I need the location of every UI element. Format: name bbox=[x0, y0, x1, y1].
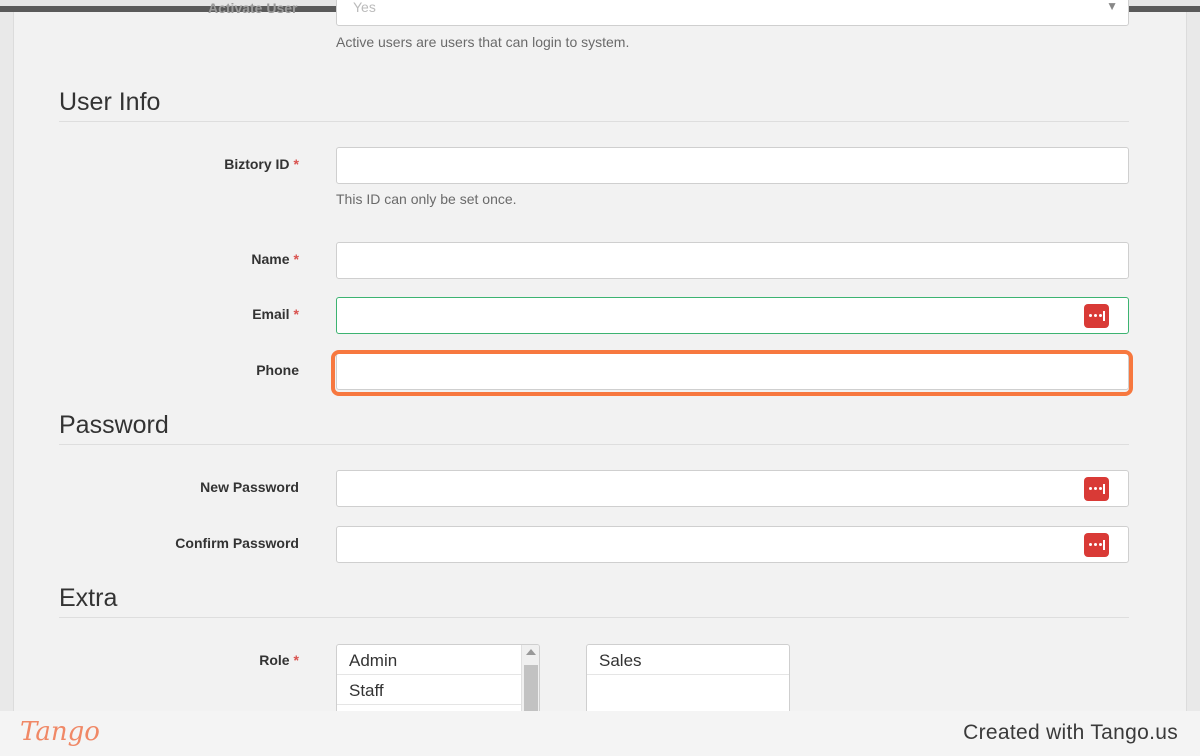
required-marker: * bbox=[293, 306, 299, 322]
scroll-thumb[interactable] bbox=[524, 665, 538, 713]
role-available-list[interactable]: Admin Staff bbox=[336, 644, 540, 714]
activate-user-select[interactable]: Yes ▼ bbox=[336, 0, 1129, 26]
phone-label: Phone bbox=[256, 362, 299, 378]
section-password: Password bbox=[59, 411, 169, 439]
role-selected-list[interactable]: Sales bbox=[586, 644, 790, 714]
password-manager-icon[interactable] bbox=[1084, 533, 1109, 557]
required-marker: * bbox=[293, 156, 299, 172]
biztory-id-label: Biztory ID * bbox=[224, 156, 299, 172]
scroll-up-arrow-icon[interactable] bbox=[526, 649, 536, 655]
new-password-label: New Password bbox=[200, 479, 299, 495]
list-item[interactable]: Staff bbox=[337, 675, 539, 705]
email-input[interactable] bbox=[336, 297, 1129, 334]
tango-footer: Tango Created with Tango.us bbox=[0, 711, 1200, 756]
focus-highlight bbox=[331, 350, 1133, 396]
tango-logo: Tango bbox=[20, 717, 100, 747]
new-password-input[interactable] bbox=[336, 470, 1129, 507]
name-label: Name * bbox=[251, 251, 299, 267]
role-label: Role * bbox=[259, 652, 299, 668]
active-users-help: Active users are users that can login to… bbox=[336, 34, 630, 50]
section-divider bbox=[59, 121, 1129, 122]
activate-user-value: Yes bbox=[353, 0, 376, 15]
list-item[interactable]: Admin bbox=[337, 645, 539, 675]
section-divider bbox=[59, 617, 1129, 618]
created-with-text: Created with Tango.us bbox=[963, 721, 1178, 744]
activate-user-label: Activate User bbox=[208, 0, 298, 16]
confirm-password-input[interactable] bbox=[336, 526, 1129, 563]
section-extra: Extra bbox=[59, 584, 118, 612]
name-input[interactable] bbox=[336, 242, 1129, 279]
left-gutter bbox=[0, 12, 14, 712]
chevron-down-icon: ▼ bbox=[1106, 0, 1118, 13]
required-marker: * bbox=[293, 251, 299, 267]
password-manager-icon[interactable] bbox=[1084, 304, 1109, 328]
scrollbar[interactable] bbox=[521, 645, 539, 713]
biztory-id-input[interactable] bbox=[336, 147, 1129, 184]
confirm-password-label: Confirm Password bbox=[175, 535, 299, 551]
biztory-id-help: This ID can only be set once. bbox=[336, 191, 517, 207]
password-manager-icon[interactable] bbox=[1084, 477, 1109, 501]
list-item[interactable]: Sales bbox=[587, 645, 789, 675]
section-user-info: User Info bbox=[59, 88, 161, 116]
email-label: Email * bbox=[252, 306, 299, 322]
right-gutter bbox=[1186, 12, 1200, 712]
section-divider bbox=[59, 444, 1129, 445]
required-marker: * bbox=[293, 652, 299, 668]
